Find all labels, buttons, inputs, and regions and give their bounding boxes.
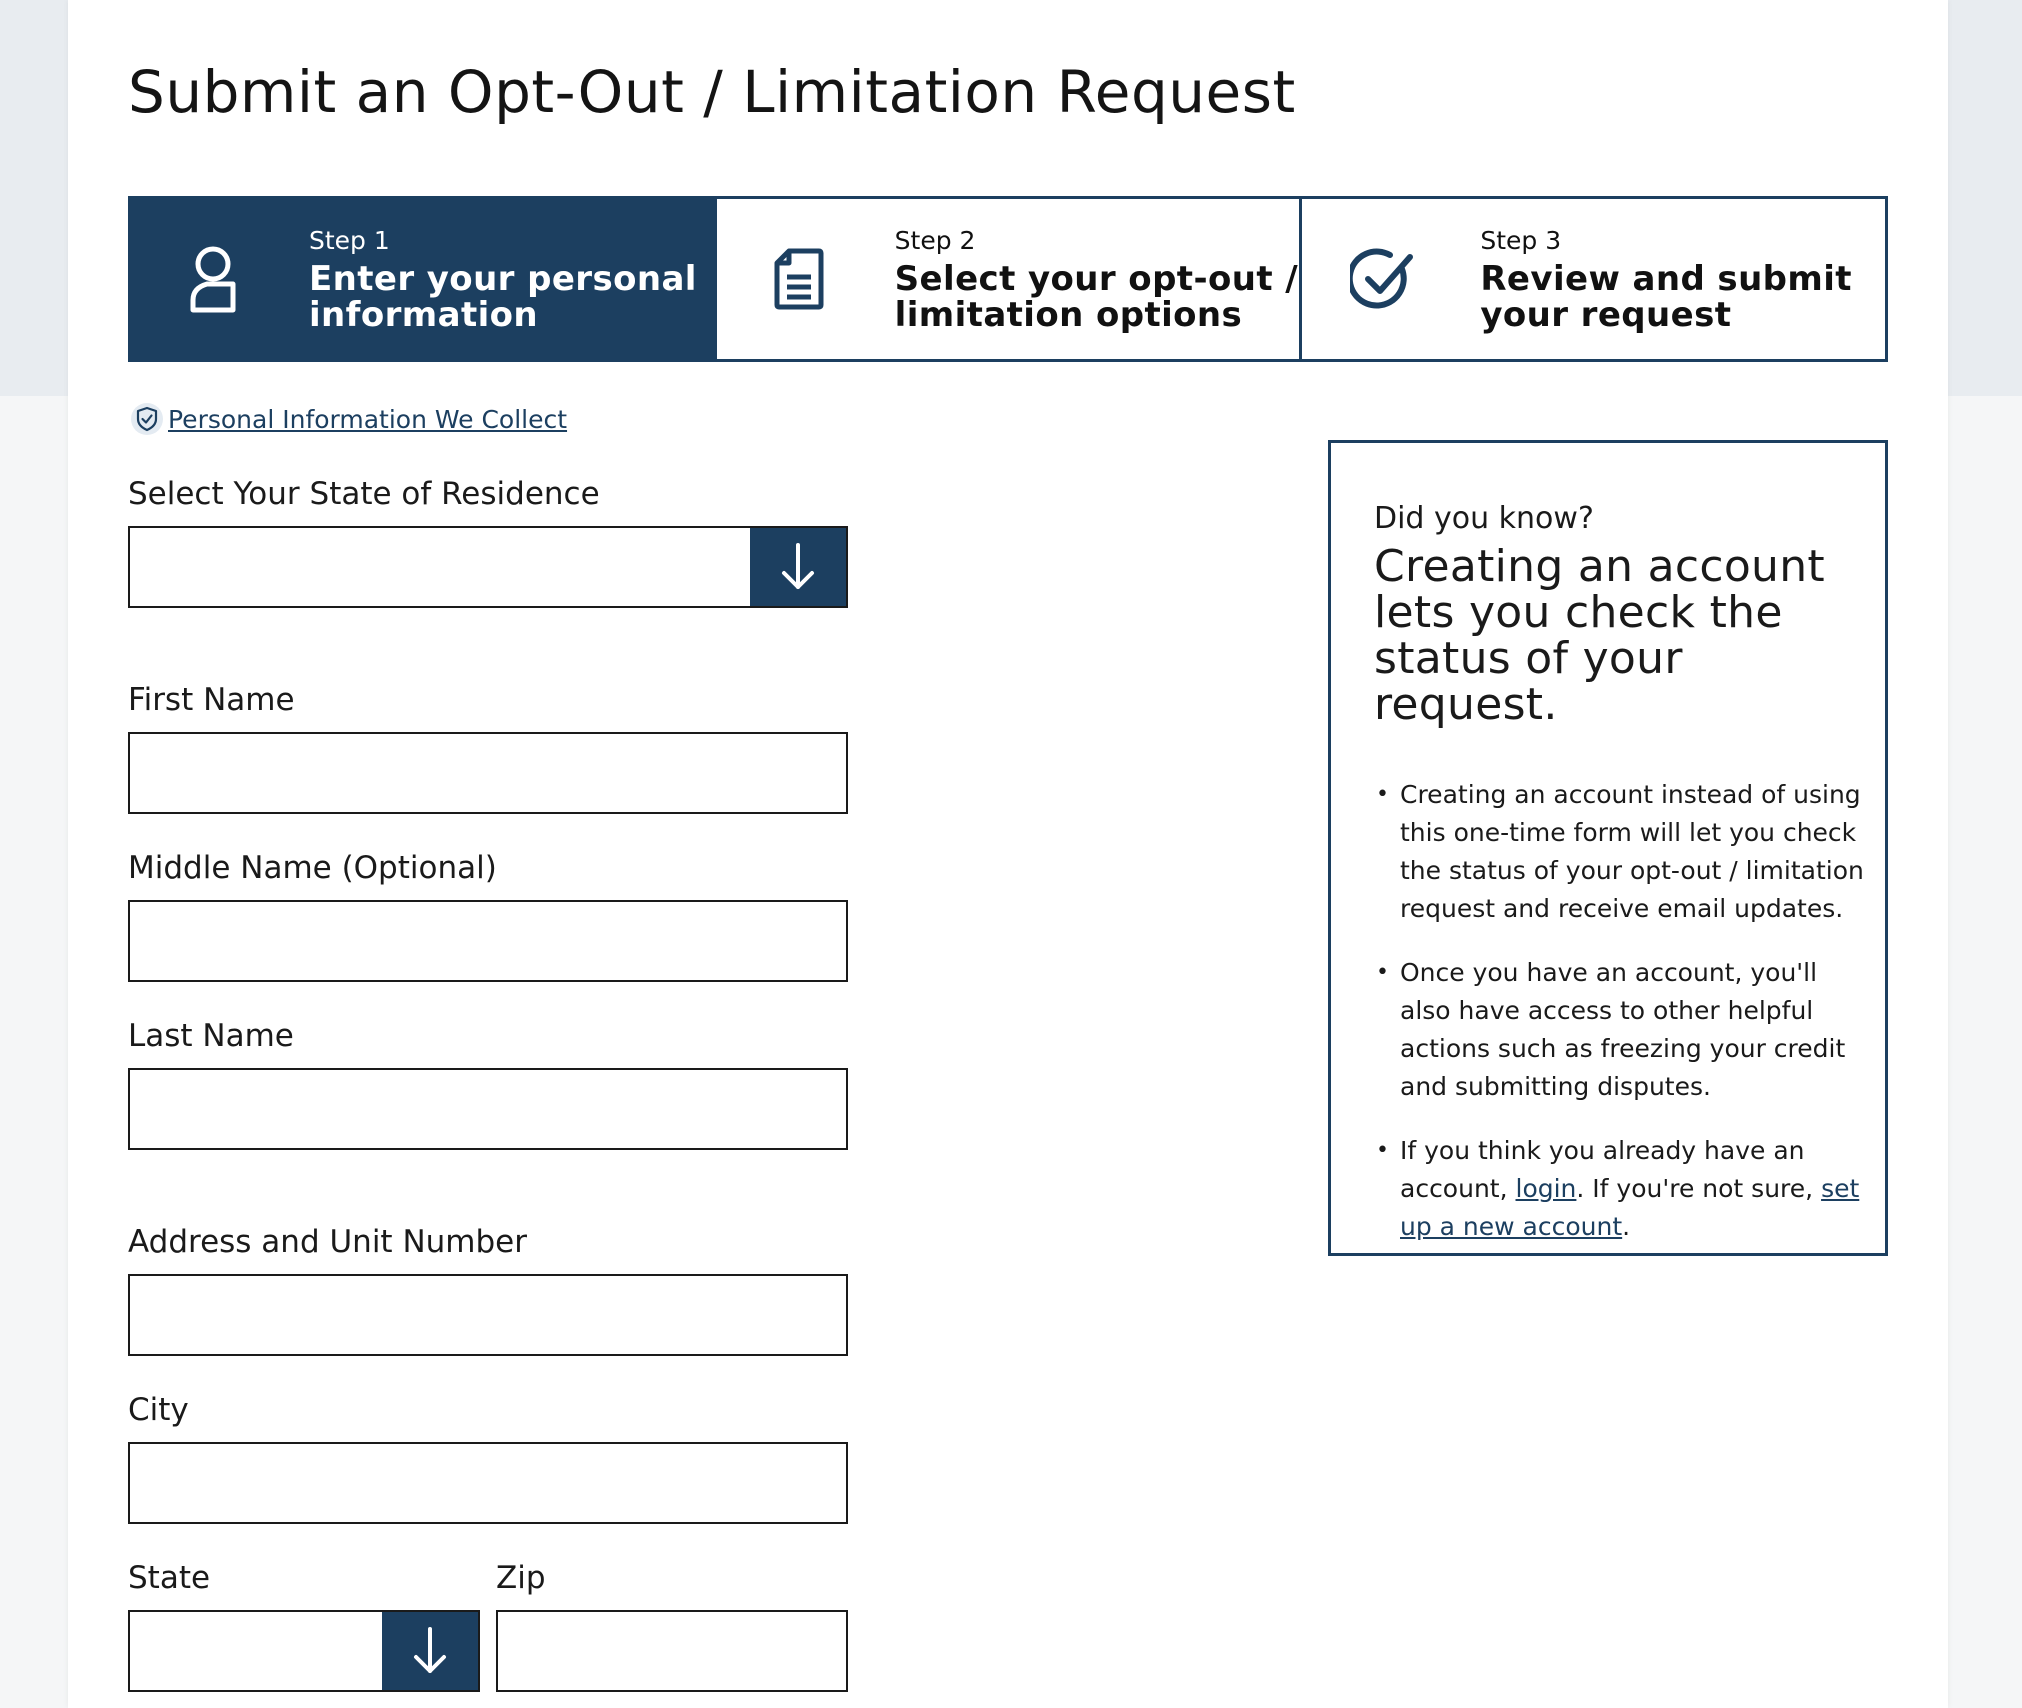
step-1: Step 1 Enter your personal information bbox=[131, 199, 714, 359]
step-2-label-line-1: Select your opt-out / bbox=[894, 258, 1299, 299]
city-label: City bbox=[128, 1392, 189, 1428]
state-of-residence-select[interactable] bbox=[128, 526, 848, 608]
state-of-residence-label: Select Your State of Residence bbox=[128, 476, 600, 512]
state-label: State bbox=[128, 1560, 211, 1596]
step-2-number: Step 2 bbox=[894, 225, 976, 255]
info-list: Creating an account instead of using thi… bbox=[1374, 776, 1865, 1246]
info-kicker: Did you know? bbox=[1374, 501, 1594, 536]
zip-input[interactable] bbox=[496, 1610, 848, 1692]
middle-name-input[interactable] bbox=[128, 900, 848, 982]
step-3-label-line-1: Review and submit bbox=[1480, 258, 1852, 299]
address-label: Address and Unit Number bbox=[128, 1224, 527, 1260]
step-2: Step 2 Select your opt-out / limitation … bbox=[713, 199, 1300, 359]
person-icon bbox=[171, 237, 255, 321]
step-1-label-line-2: information bbox=[309, 294, 539, 335]
info-bullet-2: Once you have an account, you'll also ha… bbox=[1374, 954, 1865, 1106]
step-1-number: Step 1 bbox=[309, 225, 390, 255]
state-select[interactable] bbox=[128, 1610, 480, 1692]
personal-info-link[interactable]: Personal Information We Collect bbox=[168, 405, 567, 434]
zip-label: Zip bbox=[496, 1560, 546, 1596]
info-bullet-3-post: . bbox=[1622, 1212, 1631, 1241]
step-3-label-line-2: your request bbox=[1480, 294, 1732, 335]
info-headline: Creating an account lets you check the s… bbox=[1374, 544, 1865, 728]
last-name-label: Last Name bbox=[128, 1018, 294, 1054]
info-bullet-3: If you think you already have an account… bbox=[1374, 1132, 1865, 1246]
info-headline-line-1: Creating an account bbox=[1374, 541, 1825, 592]
progress-stepper: Step 1 Enter your personal information S… bbox=[128, 196, 1888, 362]
info-headline-line-2: lets you check the bbox=[1374, 587, 1783, 638]
state-value bbox=[130, 1612, 382, 1690]
step-3: Step 3 Review and submit your request bbox=[1299, 199, 1886, 359]
city-input[interactable] bbox=[128, 1442, 848, 1524]
middle-name-label: Middle Name (Optional) bbox=[128, 850, 497, 886]
address-input[interactable] bbox=[128, 1274, 848, 1356]
step-3-number: Step 3 bbox=[1480, 225, 1562, 255]
info-bullet-3-mid: . If you're not sure, bbox=[1576, 1174, 1822, 1203]
step-1-label-line-1: Enter your personal bbox=[309, 258, 697, 299]
step-2-label-line-2: limitation options bbox=[894, 294, 1243, 335]
personal-info-link-row: Personal Information We Collect bbox=[130, 402, 567, 436]
last-name-input[interactable] bbox=[128, 1068, 848, 1150]
checkmark-circle-icon bbox=[1342, 237, 1426, 321]
state-of-residence-value bbox=[130, 528, 750, 606]
info-bullet-1: Creating an account instead of using thi… bbox=[1374, 776, 1865, 928]
info-headline-line-3: status of your request. bbox=[1374, 633, 1683, 730]
document-icon bbox=[757, 237, 841, 321]
login-link[interactable]: login bbox=[1516, 1174, 1577, 1203]
shield-check-icon bbox=[130, 402, 164, 436]
did-you-know-panel: Did you know? Creating an account lets y… bbox=[1328, 440, 1888, 1256]
chevron-down-icon[interactable] bbox=[382, 1612, 478, 1690]
first-name-input[interactable] bbox=[128, 732, 848, 814]
chevron-down-icon[interactable] bbox=[750, 528, 846, 606]
first-name-label: First Name bbox=[128, 682, 295, 718]
page-title: Submit an Opt-Out / Limitation Request bbox=[128, 58, 1296, 126]
